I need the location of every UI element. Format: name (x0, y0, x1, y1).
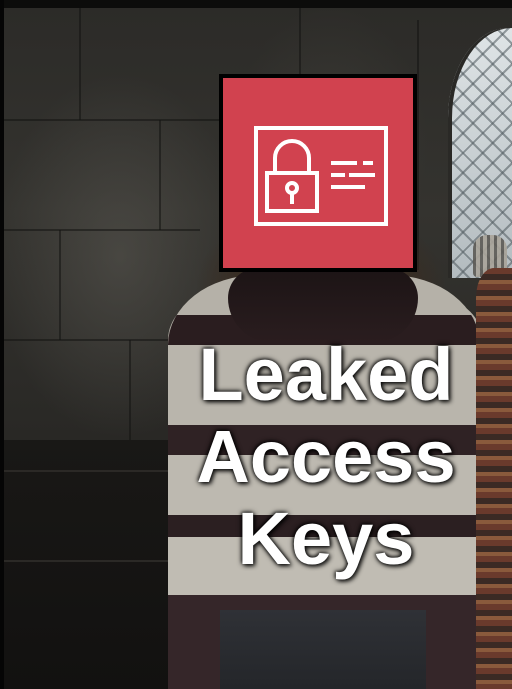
caption-line-3: Keys (237, 497, 415, 580)
jeans (220, 610, 426, 689)
caption-line-2: Access (196, 415, 456, 498)
caption-line-1: Leaked (198, 333, 454, 416)
icon-card-background (223, 78, 413, 268)
cabinet-edge (4, 560, 194, 562)
wooden-cabinet (4, 440, 194, 689)
turtleneck-collar (228, 268, 418, 343)
access-card-lock-icon (254, 126, 388, 226)
left-border (0, 0, 4, 689)
face-cover-icon-card (219, 74, 417, 272)
cabinet-edge (4, 470, 194, 472)
meme-image: Leaked Access Keys (0, 0, 512, 689)
caption-text: Leaked Access Keys (170, 338, 482, 584)
